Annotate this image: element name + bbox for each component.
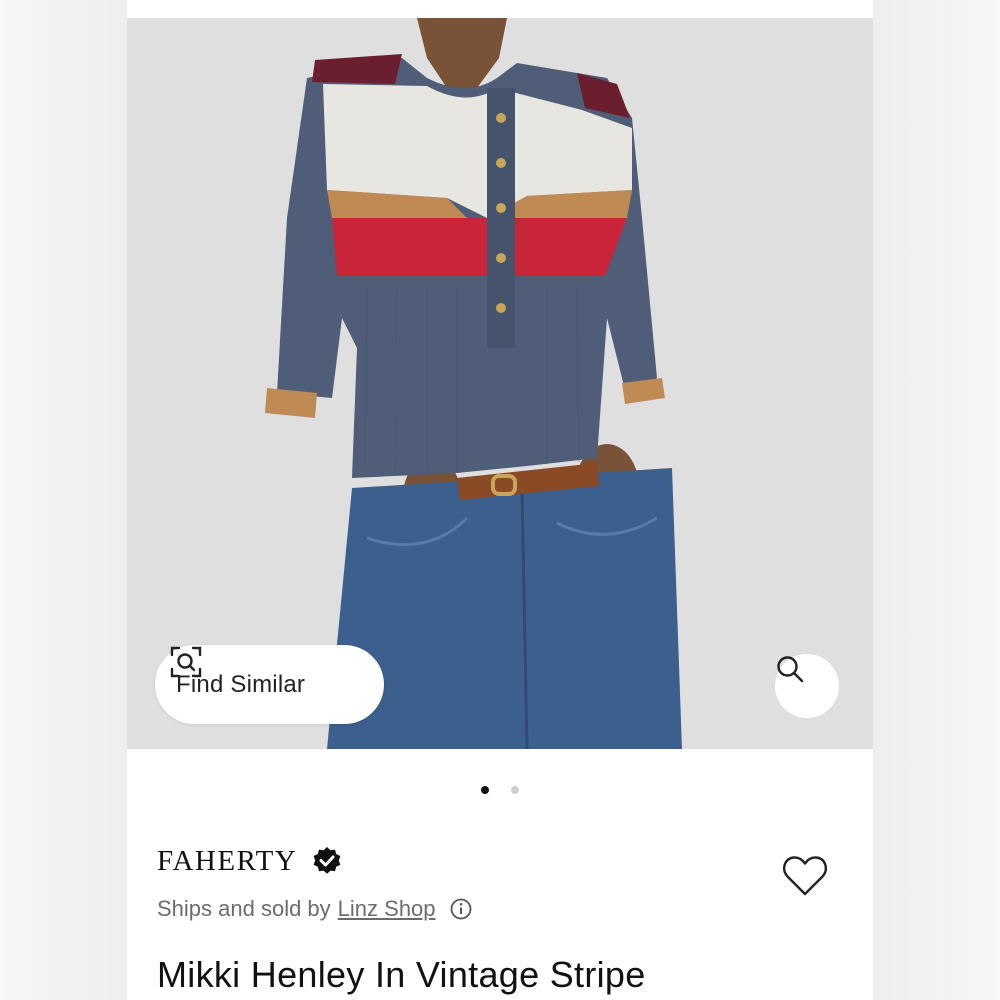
zoom-button[interactable] xyxy=(775,654,839,718)
seller-link[interactable]: Linz Shop xyxy=(338,896,436,922)
brand-row: FAHERTY xyxy=(157,845,343,878)
product-photo[interactable]: Find Similar xyxy=(127,18,873,749)
carousel-dot-2[interactable] xyxy=(511,786,519,794)
product-card: Find Similar FAHERTY Ships and sold by L… xyxy=(127,0,873,1000)
product-illustration xyxy=(127,18,873,749)
carousel-indicator xyxy=(127,786,873,794)
info-icon[interactable] xyxy=(450,898,472,920)
brand-name[interactable]: FAHERTY xyxy=(157,845,297,878)
product-title: Mikki Henley In Vintage Stripe xyxy=(157,954,646,995)
carousel-dot-1[interactable] xyxy=(481,786,489,794)
magnifier-icon xyxy=(777,656,804,683)
ships-prefix: Ships and sold by xyxy=(157,896,331,921)
right-background xyxy=(873,0,1000,1000)
left-background xyxy=(0,0,127,1000)
scan-search-icon xyxy=(170,646,202,678)
find-similar-button[interactable]: Find Similar xyxy=(155,645,384,724)
verified-badge-icon xyxy=(313,846,341,874)
seller-line: Ships and sold by Linz Shop xyxy=(157,896,472,922)
favorite-heart-icon[interactable] xyxy=(782,854,828,898)
